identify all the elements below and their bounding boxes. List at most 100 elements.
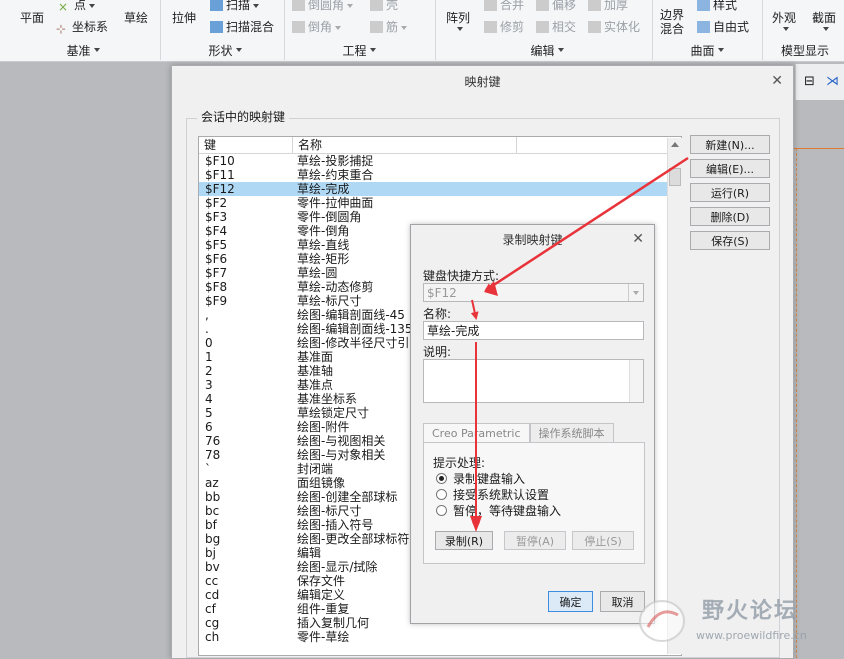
group-engineering[interactable]: 工程 (324, 41, 394, 59)
record-button[interactable]: 录制(R) (435, 531, 493, 550)
chevron-down-icon (557, 48, 564, 52)
datum-display-icon[interactable]: ⋊ (826, 74, 839, 89)
list-item[interactable]: $F12 草绘-完成 (199, 182, 681, 196)
stop-button[interactable]: 停止(S) (572, 531, 634, 550)
csys-button[interactable]: ⊹ 坐标系 (56, 18, 109, 36)
chevron-down-icon (401, 25, 408, 30)
chamfer-label: 倒角 (308, 20, 333, 34)
shell-button[interactable]: 壳 (370, 0, 398, 13)
mapkey-name: 基准点 (297, 378, 334, 392)
record-tabs: Creo Parametric 操作系统脚本 (423, 423, 614, 442)
solidify-button[interactable]: 实体化 (588, 18, 640, 35)
offset-icon (536, 0, 549, 11)
mapkey-key: ` (205, 462, 211, 476)
mapkey-name: 草绘-投影捕捉 (297, 154, 374, 168)
column-header-key[interactable]: 键 (199, 137, 293, 153)
mapkey-key: bc (205, 504, 220, 518)
delete-button[interactable]: 删除(D) (690, 207, 770, 226)
trim-button[interactable]: 修剪 (484, 18, 524, 35)
group-editing[interactable]: 编辑 (512, 41, 582, 59)
sketch-button[interactable]: 草绘 (124, 9, 148, 26)
group-shapes[interactable]: 形状 (190, 41, 260, 59)
solidify-label: 实体化 (604, 20, 641, 34)
mapkey-name: 草绘-动态修剪 (297, 280, 374, 294)
swept-blend-icon (210, 21, 223, 33)
filter-icon[interactable]: ⊟ (804, 74, 815, 89)
style-button[interactable]: 样式 (697, 0, 737, 13)
rib-button[interactable]: 筋 (370, 18, 408, 35)
shell-label: 壳 (386, 0, 399, 12)
tab-pane: 提示处理: 录制键盘输入 接受系统默认设置 暂停，等待键盘输入 录制(R) 暂停… (423, 442, 645, 564)
boundary-blend-button[interactable]: 边界 混合 (660, 8, 684, 36)
mapkey-name: 绘图-与对象相关 (297, 448, 386, 462)
tab-creo-parametric[interactable]: Creo Parametric (423, 423, 530, 442)
list-item[interactable]: $F10 草绘-投影捕捉 (199, 154, 681, 168)
thicken-button[interactable]: 加厚 (588, 0, 628, 13)
trim-icon (484, 21, 497, 33)
list-scrollbar[interactable] (667, 138, 682, 654)
column-header-name[interactable]: 名称 (293, 137, 517, 153)
extrude-button[interactable]: 拉伸 (172, 9, 196, 26)
new-button[interactable]: 新建(N)... (690, 135, 770, 154)
sweep-button[interactable]: 扫描 (210, 0, 260, 13)
scrollbar-thumb[interactable] (669, 168, 681, 186)
group-surfaces[interactable]: 曲面 (672, 41, 742, 59)
dialog-title-bar[interactable]: 映射键 ✕ (172, 66, 793, 97)
mapkey-key: $F11 (205, 168, 235, 182)
option-accept-defaults[interactable]: 接受系统默认设置 (436, 486, 549, 503)
description-field[interactable] (423, 359, 644, 403)
freestyle-button[interactable]: 自由式 (697, 18, 749, 35)
appearance-button[interactable]: 外观 (772, 9, 796, 26)
round-button[interactable]: 倒圆角 (292, 0, 354, 13)
dropdown-arrow-icon[interactable] (628, 284, 643, 301)
close-icon[interactable]: ✕ (632, 232, 644, 246)
swept-blend-button[interactable]: 扫描混合 (210, 18, 274, 35)
mapkey-key: bf (205, 518, 217, 532)
list-item[interactable]: $F11 草绘-约束重合 (199, 168, 681, 182)
chamfer-button[interactable]: 倒角 (292, 18, 342, 35)
point-button[interactable]: × 点 (58, 0, 96, 14)
offset-button[interactable]: 偏移 (536, 0, 576, 13)
group-model-display[interactable]: 模型显示 (766, 41, 844, 59)
ok-button[interactable]: 确定 (548, 591, 593, 612)
option-record-keyboard[interactable]: 录制键盘输入 (436, 470, 525, 487)
close-icon[interactable]: ✕ (771, 74, 783, 88)
scroll-up-icon[interactable] (671, 142, 679, 147)
list-item[interactable]: $F3 零件-倒圆角 (199, 210, 681, 224)
chevron-down-icon (823, 27, 829, 31)
group-editing-label: 编辑 (530, 43, 555, 58)
intersect-button[interactable]: 相交 (536, 18, 576, 35)
edit-button[interactable]: 编辑(E)... (690, 159, 770, 178)
radio-icon (436, 473, 447, 484)
plane-button[interactable]: 平面 (20, 9, 44, 26)
run-button[interactable]: 运行(R) (690, 183, 770, 202)
mapkey-key: $F2 (205, 196, 228, 210)
description-scrollbar[interactable] (629, 360, 643, 402)
pattern-button[interactable]: 阵列 (446, 9, 470, 26)
name-field[interactable]: 草绘-完成 (423, 321, 644, 340)
mapkey-key: $F6 (205, 252, 228, 266)
record-dialog-title-bar[interactable]: 录制映射键 ✕ (411, 225, 654, 253)
chevron-down-icon (235, 48, 242, 52)
ribbon-toolbar: 平面 × 点 ⊹ 坐标系 草绘 拉伸 扫描 扫描混合 倒圆角 倒角 壳 筋 阵列 合… (0, 0, 844, 62)
record-dialog-title: 录制映射键 (502, 232, 563, 247)
prompt-handling-label: 提示处理: (433, 456, 486, 470)
merge-button[interactable]: 合并 (484, 0, 524, 13)
list-item[interactable]: $F2 零件-拉伸曲面 (199, 196, 681, 210)
name-label: 名称: (423, 307, 452, 321)
mapkey-key: cc (205, 574, 219, 588)
shortcut-field[interactable]: $F12 (423, 283, 644, 302)
merge-label: 合并 (500, 0, 525, 12)
watermark-logo-icon (639, 600, 685, 642)
csys-label: 坐标系 (72, 20, 109, 34)
list-item[interactable]: ch 零件-草绘 (199, 630, 681, 644)
save-button[interactable]: 保存(S) (690, 231, 770, 250)
watermark-url: www.proewildfire.cn (696, 629, 807, 642)
tab-os-script[interactable]: 操作系统脚本 (529, 423, 614, 442)
ribbon-divider (284, 0, 285, 60)
pause-button[interactable]: 暂停(A) (504, 531, 566, 550)
group-datum[interactable]: 基准 (48, 41, 118, 59)
group-shapes-label: 形状 (208, 43, 233, 58)
section-button[interactable]: 截面 (812, 9, 836, 26)
option-pause-for-input[interactable]: 暂停，等待键盘输入 (436, 502, 561, 519)
